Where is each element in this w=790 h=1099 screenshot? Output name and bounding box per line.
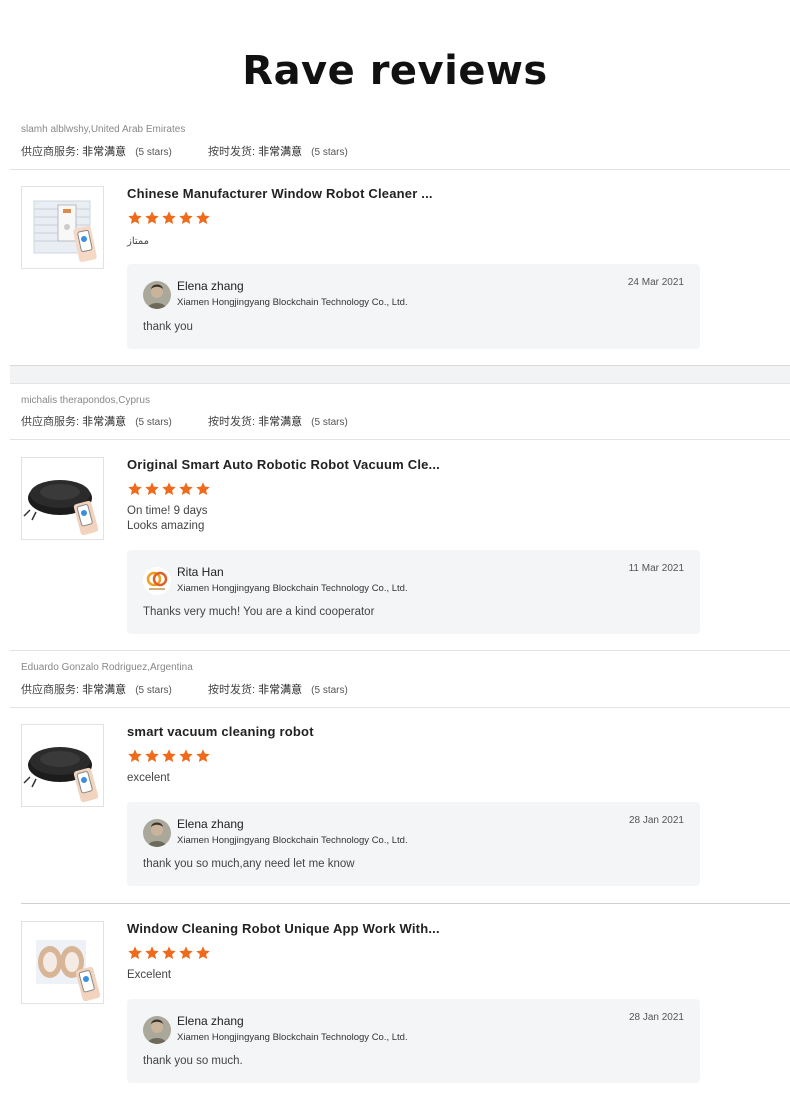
shipping-label: 按时发货: [207, 416, 256, 428]
product-title[interactable]: Original Smart Auto Robotic Robot Vacuum… [127, 457, 440, 472]
supplier-reply: Elena zhang Xiamen Hongjingyang Blockcha… [127, 264, 700, 349]
reply-company: Xiamen Hongjingyang Blockchain Technolog… [177, 1032, 408, 1043]
review-comment-line: On time! 9 days [127, 505, 208, 517]
shipping-label: 按时发货: [207, 684, 256, 696]
star-icon [128, 749, 142, 762]
window-robot-image [33, 200, 97, 262]
reply-text: Thanks very much! You are a kind coopera… [143, 606, 375, 618]
reply-text: thank you [143, 321, 193, 333]
service-label: 供应商服务: [21, 146, 80, 158]
divider [10, 650, 790, 651]
reply-date: 11 Mar 2021 [628, 563, 684, 574]
star-icon [145, 211, 159, 224]
reply-company: Xiamen Hongjingyang Blockchain Technolog… [177, 835, 408, 846]
reviewer-name: slamh alblwshy,United Arab Emirates [21, 124, 186, 135]
shipping-label: 按时发货: [207, 146, 256, 158]
reply-author: Elena zhang [177, 279, 244, 293]
star-icon [196, 482, 210, 495]
star-rating [127, 481, 212, 497]
vacuum-robot-image [23, 480, 99, 536]
service-label: 供应商服务: [21, 416, 80, 428]
shipping-value: 非常满意 [258, 684, 303, 696]
reply-text: thank you so much,any need let me know [143, 858, 355, 870]
vacuum-robot-image [23, 747, 99, 803]
star-icon [196, 211, 210, 224]
review-comment: excelent [127, 772, 170, 784]
star-icon [162, 211, 176, 224]
reply-company: Xiamen Hongjingyang Blockchain Technolog… [177, 297, 408, 308]
page-title: Rave reviews [242, 48, 548, 94]
service-value: 非常满意 [82, 684, 127, 696]
product-image-window-robot[interactable] [21, 186, 104, 269]
service-stars: (5 stars) [135, 685, 172, 696]
star-rating [127, 945, 212, 961]
star-icon [145, 749, 159, 762]
reviewer-name: Eduardo Gonzalo Rodriguez,Argentina [21, 662, 193, 673]
shipping-stars: (5 stars) [311, 147, 348, 158]
section-separator [10, 366, 790, 383]
divider [21, 903, 790, 904]
supplier-ratings: 供应商服务: 非常满意 (5 stars) 按时发货: 非常满意 (5 star… [21, 681, 348, 697]
star-icon [128, 211, 142, 224]
reply-author: Rita Han [177, 565, 224, 579]
review-comment: Excelent [127, 969, 172, 981]
review-comment: On time! 9 days Looks amazing [127, 504, 208, 534]
star-icon [162, 482, 176, 495]
service-label: 供应商服务: [21, 684, 80, 696]
avatar [143, 567, 171, 595]
reply-date: 24 Mar 2021 [627, 277, 684, 288]
product-image-vacuum-robot[interactable] [21, 457, 104, 540]
reply-date: 28 Jan 2021 [628, 815, 684, 826]
star-icon [145, 482, 159, 495]
reply-text: thank you so much. [143, 1055, 243, 1067]
product-title[interactable]: smart vacuum cleaning robot [127, 724, 314, 739]
star-icon [179, 211, 193, 224]
service-value: 非常满意 [82, 146, 127, 158]
reply-author: Elena zhang [177, 1014, 244, 1028]
star-icon [179, 946, 193, 959]
star-icon [128, 482, 142, 495]
star-rating [127, 748, 212, 764]
shipping-value: 非常满意 [258, 146, 303, 158]
star-icon [145, 946, 159, 959]
star-icon [179, 749, 193, 762]
supplier-ratings: 供应商服务: 非常满意 (5 stars) 按时发货: 非常满意 (5 star… [21, 143, 348, 159]
avatar [143, 1016, 171, 1044]
review-comment-line: Looks amazing [127, 520, 205, 532]
reply-date: 28 Jan 2021 [628, 1012, 684, 1023]
star-icon [162, 946, 176, 959]
avatar [143, 819, 171, 847]
star-icon [196, 749, 210, 762]
supplier-reply: Elena zhang Xiamen Hongjingyang Blockcha… [127, 999, 700, 1083]
supplier-reply: Elena zhang Xiamen Hongjingyang Blockcha… [127, 802, 700, 886]
shipping-stars: (5 stars) [311, 685, 348, 696]
service-stars: (5 stars) [135, 147, 172, 158]
reply-company: Xiamen Hongjingyang Blockchain Technolog… [177, 583, 408, 594]
star-icon [196, 946, 210, 959]
divider [10, 439, 790, 440]
supplier-reply: Rita Han Xiamen Hongjingyang Blockchain … [127, 550, 700, 634]
divider [10, 383, 790, 384]
star-icon [162, 749, 176, 762]
window-robot-image [36, 940, 101, 1002]
divider [10, 707, 790, 708]
supplier-ratings: 供应商服务: 非常满意 (5 stars) 按时发货: 非常满意 (5 star… [21, 413, 348, 429]
shipping-value: 非常满意 [258, 416, 303, 428]
reply-author: Elena zhang [177, 817, 244, 831]
reviewer-name: michalis therapondos,Cyprus [21, 395, 150, 406]
divider [10, 169, 790, 170]
service-value: 非常满意 [82, 416, 127, 428]
service-stars: (5 stars) [135, 417, 172, 428]
star-rating [127, 210, 212, 226]
star-icon [128, 946, 142, 959]
star-icon [179, 482, 193, 495]
product-image-window-robot[interactable] [21, 921, 104, 1004]
product-title[interactable]: Chinese Manufacturer Window Robot Cleane… [127, 186, 433, 201]
shipping-stars: (5 stars) [311, 417, 348, 428]
review-comment: ممتاز [127, 236, 150, 247]
product-title[interactable]: Window Cleaning Robot Unique App Work Wi… [127, 921, 440, 936]
avatar [143, 281, 171, 309]
product-image-vacuum-robot[interactable] [21, 724, 104, 807]
